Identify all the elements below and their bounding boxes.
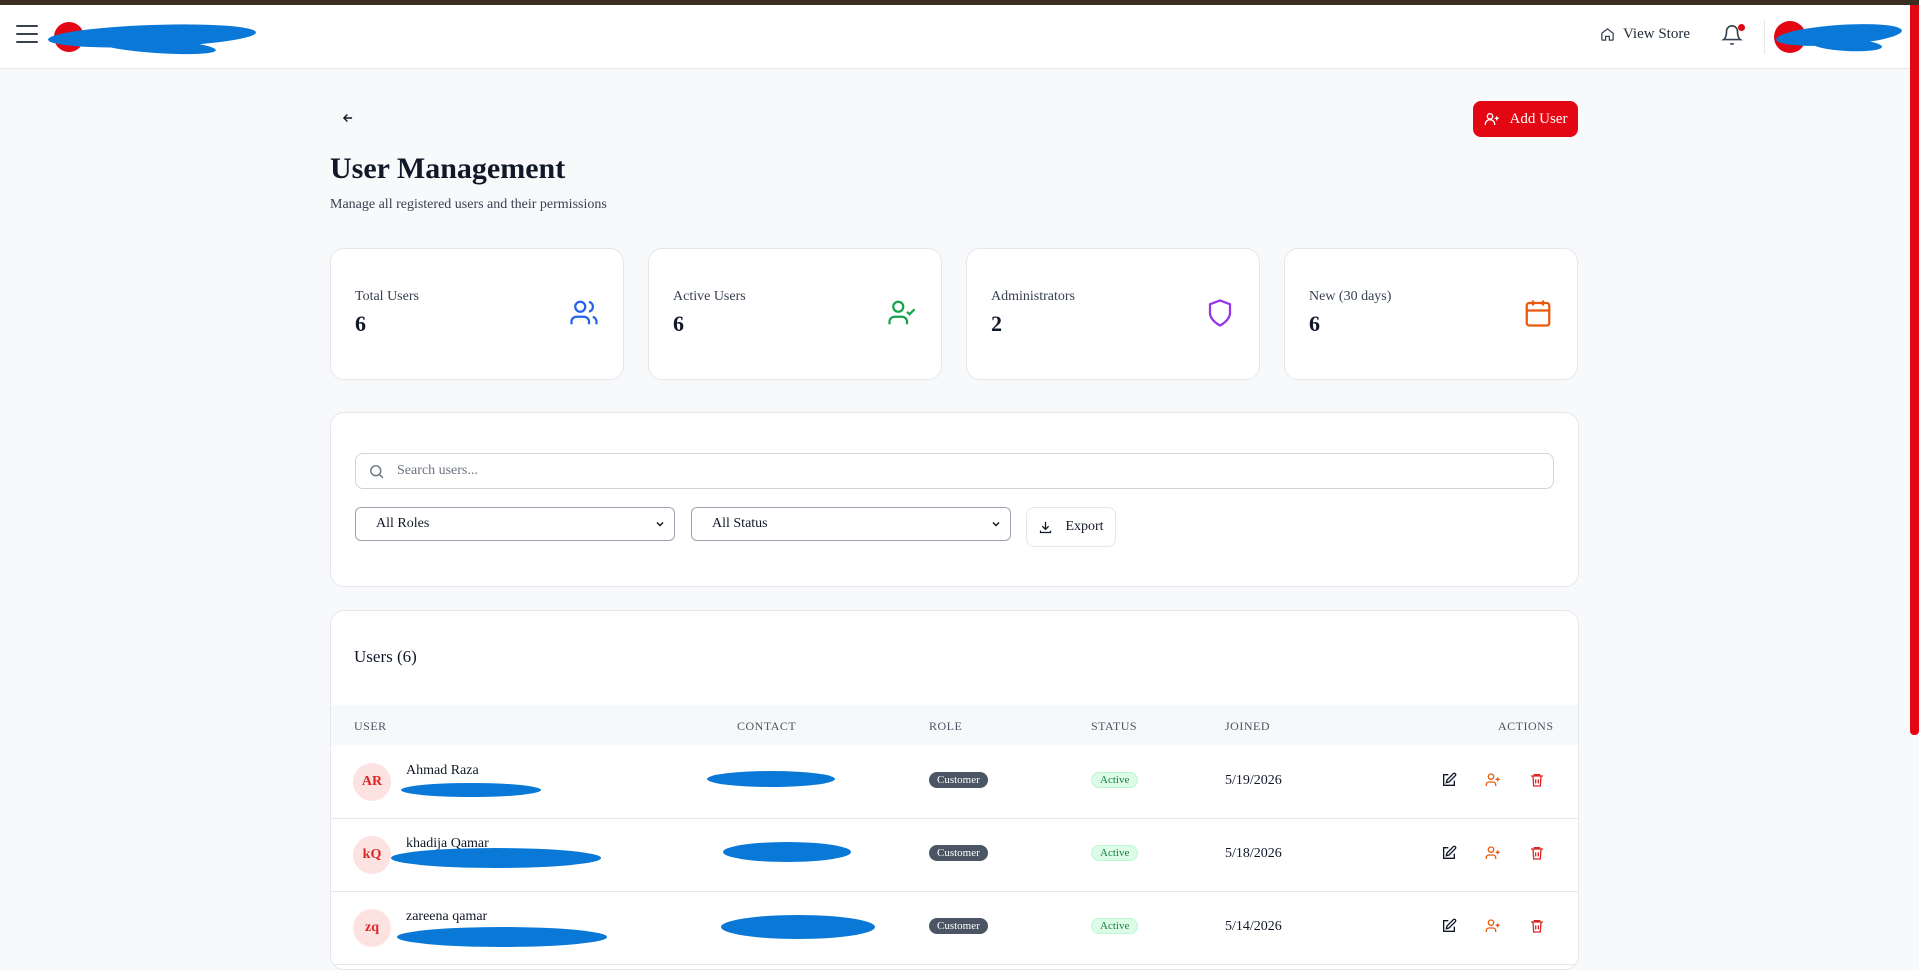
user-avatar: zq	[353, 909, 391, 947]
edit-icon[interactable]	[1441, 772, 1457, 788]
column-header-contact: CONTACT	[737, 719, 797, 733]
view-store-link[interactable]: View Store	[1600, 26, 1690, 43]
back-button[interactable]	[338, 108, 358, 128]
status-filter-select[interactable]: All Status	[691, 507, 1011, 541]
redacted-email	[401, 783, 541, 797]
redacted-email	[397, 927, 607, 947]
status-badge: Active	[1091, 772, 1139, 788]
stat-label: Active Users	[673, 289, 746, 304]
stat-label: Total Users	[355, 289, 419, 304]
chevron-down-icon	[992, 521, 1000, 527]
top-header: View Store	[0, 5, 1910, 69]
filter-panel: All Roles All Status Export	[330, 412, 1579, 587]
download-icon	[1040, 521, 1052, 533]
stat-value: 6	[355, 311, 366, 336]
column-header-role: ROLE	[929, 719, 963, 733]
users-table-card: Users (6) USER CONTACT ROLE STATUS JOINE…	[330, 610, 1579, 970]
joined-date: 5/18/2026	[1225, 846, 1282, 861]
redacted-contact	[721, 915, 875, 939]
redacted-email	[391, 848, 601, 868]
change-role-icon[interactable]	[1485, 918, 1501, 934]
stat-card-total-users: Total Users 6	[330, 248, 624, 380]
role-filter-select[interactable]: All Roles	[355, 507, 675, 541]
page-subtitle: Manage all registered users and their pe…	[330, 197, 607, 212]
role-filter-value: All Roles	[376, 516, 430, 531]
joined-date: 5/19/2026	[1225, 773, 1282, 788]
change-role-icon[interactable]	[1485, 845, 1501, 861]
column-header-user: USER	[354, 719, 387, 733]
stat-label: New (30 days)	[1309, 289, 1392, 304]
chevron-down-icon	[656, 521, 664, 527]
status-badge: Active	[1091, 845, 1139, 861]
add-user-label: Add User	[1509, 110, 1568, 127]
user-name: zareena qamar	[406, 909, 488, 924]
users-icon	[570, 300, 598, 325]
stat-label: Administrators	[991, 289, 1075, 304]
user-avatar: AR	[353, 763, 391, 801]
table-header: USER CONTACT ROLE STATUS JOINED ACTIONS	[331, 705, 1578, 745]
trash-icon[interactable]	[1529, 772, 1545, 788]
user-name: Ahmad Raza	[406, 763, 479, 778]
trash-icon[interactable]	[1529, 845, 1545, 861]
table-row: zq zareena qamar Customer Active 5/14/20…	[331, 891, 1578, 965]
joined-date: 5/14/2026	[1225, 919, 1282, 934]
export-label: Export	[1065, 519, 1104, 534]
home-icon	[1601, 28, 1614, 41]
search-icon	[370, 464, 384, 478]
edit-icon[interactable]	[1441, 845, 1457, 861]
shield-icon	[1208, 299, 1232, 327]
add-user-button[interactable]: Add User	[1473, 101, 1578, 137]
stat-card-new-users: New (30 days) 6	[1284, 248, 1578, 380]
trash-icon[interactable]	[1529, 918, 1545, 934]
stat-card-active-users: Active Users 6	[648, 248, 942, 380]
status-filter-value: All Status	[712, 516, 768, 531]
role-badge: Customer	[929, 772, 988, 788]
page-title: User Management	[330, 152, 566, 185]
column-header-joined: JOINED	[1225, 719, 1270, 733]
calendar-icon	[1525, 300, 1551, 327]
user-avatar: kQ	[353, 836, 391, 874]
search-field[interactable]	[355, 453, 1554, 489]
column-header-actions: ACTIONS	[1498, 719, 1554, 733]
edit-icon[interactable]	[1441, 918, 1457, 934]
stat-value: 2	[991, 311, 1002, 336]
users-table-title: Users (6)	[354, 647, 417, 666]
export-button[interactable]: Export	[1026, 507, 1116, 547]
stat-value: 6	[1309, 311, 1320, 336]
table-row: kQ khadija Qamar Customer Active 5/18/20…	[331, 818, 1578, 892]
change-role-icon[interactable]	[1485, 772, 1501, 788]
column-header-status: STATUS	[1091, 719, 1138, 733]
header-divider	[1764, 20, 1765, 54]
table-row: AR Ahmad Raza Customer Active 5/19/2026	[331, 745, 1578, 819]
user-check-icon	[888, 300, 916, 325]
role-badge: Customer	[929, 918, 988, 934]
notification-dot	[1738, 24, 1745, 31]
arrow-left-icon	[342, 114, 353, 122]
search-input[interactable]	[395, 462, 1499, 480]
redacted-contact	[723, 842, 851, 862]
scrollbar[interactable]	[1910, 5, 1919, 735]
stat-card-administrators: Administrators 2	[966, 248, 1260, 380]
notifications-button[interactable]	[1721, 24, 1745, 48]
role-badge: Customer	[929, 845, 988, 861]
menu-icon[interactable]	[16, 25, 38, 45]
view-store-label: View Store	[1623, 26, 1691, 42]
redacted-contact	[707, 771, 835, 787]
user-plus-icon	[1484, 113, 1499, 125]
stat-value: 6	[673, 311, 684, 336]
status-badge: Active	[1091, 918, 1139, 934]
